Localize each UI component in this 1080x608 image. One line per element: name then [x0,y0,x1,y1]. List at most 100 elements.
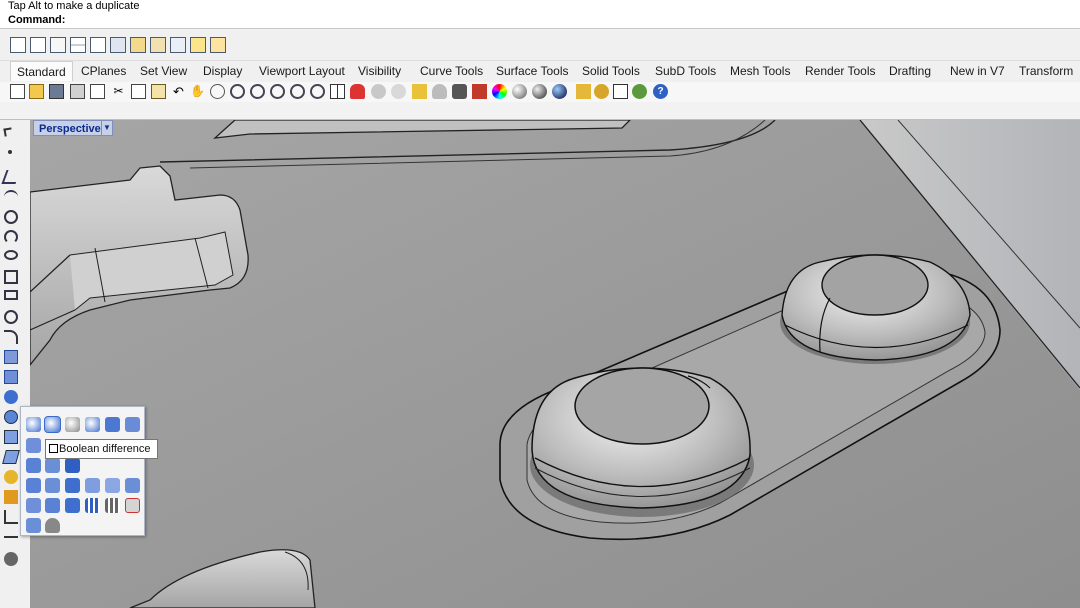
layout-icon[interactable] [110,37,126,53]
curve-icon[interactable] [4,190,18,204]
edit-icon[interactable] [150,37,166,53]
blend-icon[interactable] [125,478,140,493]
environment-icon[interactable] [552,84,567,99]
car-icon[interactable] [350,84,365,99]
surface-icon[interactable] [4,330,18,344]
triangle-down-icon[interactable]: ▼ [101,120,113,136]
viewport-layout-icon[interactable] [330,84,345,99]
rotate-hole-icon[interactable] [105,498,120,513]
extract-surface-icon[interactable] [26,438,41,453]
tab-visibility[interactable]: Visibility [358,61,401,81]
chamfer-edge-icon[interactable] [45,478,60,493]
move-face-icon[interactable] [65,478,80,493]
array-icon[interactable] [4,470,18,484]
bucket-icon[interactable] [45,518,60,533]
object-icon[interactable] [4,552,18,566]
add-icon[interactable] [90,37,106,53]
template-icon[interactable] [30,37,46,53]
tab-solid-tools[interactable]: Solid Tools [582,61,640,81]
open-folder-icon[interactable] [130,37,146,53]
mesh-box-icon[interactable] [26,518,41,533]
boolean-split-icon[interactable] [85,417,100,432]
material-icon[interactable] [472,84,487,99]
zoom-window-icon[interactable] [250,84,265,99]
help-icon[interactable]: ? [653,84,668,99]
ellipse-icon[interactable] [4,250,18,260]
arc-icon[interactable] [4,230,18,244]
viewport-title[interactable]: Perspective [33,120,107,136]
extrude-face-icon[interactable] [85,478,100,493]
tab-display[interactable]: Display [203,61,242,81]
pan-icon[interactable]: ✋ [190,84,205,99]
new-file-icon[interactable] [10,37,26,53]
save-icon[interactable] [49,84,64,99]
tab-set-view[interactable]: Set View [140,61,187,81]
boolean-union-icon[interactable] [4,410,18,424]
command-prompt[interactable]: Command: [0,12,1080,29]
tab-curve-tools[interactable]: Curve Tools [420,61,483,81]
move-hole-icon[interactable] [85,498,100,513]
tab-drafting[interactable]: Drafting [889,61,931,81]
copy-icon[interactable] [131,84,146,99]
grid-icon[interactable] [70,37,86,53]
cut-icon[interactable]: ✂ [111,84,126,99]
properties-icon[interactable] [190,37,206,53]
texture-icon[interactable] [576,84,591,99]
document-icon[interactable] [170,37,186,53]
paste-icon[interactable] [151,84,166,99]
wire-cut-icon[interactable] [65,458,80,473]
dimension-icon[interactable] [4,490,18,504]
offset-icon[interactable] [105,478,120,493]
make-hole-icon[interactable] [65,498,80,513]
solid-edit-icon[interactable] [125,417,140,432]
circle-icon[interactable] [4,210,18,224]
print-icon[interactable] [70,84,85,99]
rotate-view-icon[interactable] [210,84,225,99]
zoom-extents-icon[interactable] [270,84,285,99]
tab-transform[interactable]: Transform [1019,61,1073,81]
tab-mesh-tools[interactable]: Mesh Tools [730,61,790,81]
mesh-icon[interactable] [4,430,18,444]
tab-viewport-layout[interactable]: Viewport Layout [259,61,345,81]
split-icon[interactable] [45,498,60,513]
render-sphere-icon[interactable] [512,84,527,99]
point-icon[interactable] [8,150,12,154]
undo-icon[interactable]: ↶ [171,84,186,99]
zoom-icon[interactable] [230,84,245,99]
tab-standard[interactable]: Standard [10,61,73,81]
import-icon[interactable] [90,84,105,99]
boolean-union-icon[interactable] [26,417,41,432]
rib-icon[interactable] [26,498,41,513]
show-icon[interactable] [391,84,406,99]
select-icon[interactable] [412,84,427,99]
shell-icon[interactable] [26,458,41,473]
rectangle-icon[interactable] [4,290,18,300]
tab-subd-tools[interactable]: SubD Tools [655,61,716,81]
zoom-selected-icon[interactable] [290,84,305,99]
sphere-icon[interactable] [4,390,18,404]
tab-surface-tools[interactable]: Surface Tools [496,61,569,81]
tab-render-tools[interactable]: Render Tools [805,61,876,81]
boolean-difference-icon[interactable] [44,416,61,433]
color-wheel-icon[interactable] [492,84,507,99]
extrude-icon[interactable] [4,350,18,364]
render-icon[interactable] [4,510,18,524]
lock-icon[interactable] [452,84,467,99]
hide-icon[interactable] [371,84,386,99]
tab-new-in-v7[interactable]: New in V7 [950,61,1005,81]
select-arrow-icon[interactable] [3,127,13,137]
fillet-edge-icon[interactable] [26,478,41,493]
options-icon[interactable] [594,84,609,99]
box-icon[interactable] [4,370,18,384]
perspective-viewport[interactable]: Perspective ▼ [30,120,1080,608]
transform-icon[interactable] [2,450,20,464]
cap-icon[interactable] [105,417,120,432]
settings-icon[interactable] [210,37,226,53]
open-icon[interactable] [29,84,44,99]
text-icon[interactable] [4,310,18,324]
polyline-icon[interactable] [1,170,21,184]
render-icon[interactable] [632,84,647,99]
zoom-dynamic-icon[interactable] [310,84,325,99]
boolean-intersection-icon[interactable] [65,417,80,432]
array-hole-icon[interactable] [125,498,140,513]
